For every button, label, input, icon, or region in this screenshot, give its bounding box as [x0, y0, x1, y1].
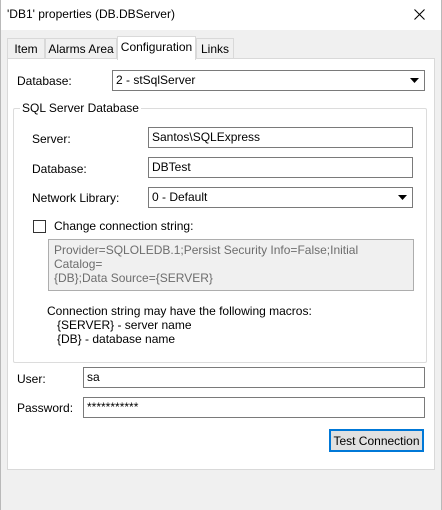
server-label: Server: — [32, 132, 71, 146]
database-type-select[interactable]: 2 - stSqlServer — [112, 70, 425, 91]
user-label: User: — [17, 372, 46, 386]
tab-alarms-area[interactable]: Alarms Area — [45, 38, 117, 58]
password-label: Password: — [17, 401, 74, 415]
close-button[interactable] — [397, 0, 441, 29]
server-input[interactable]: Santos\SQLExpress — [148, 127, 413, 148]
password-input[interactable]: *********** — [83, 397, 425, 418]
network-library-value: 0 - Default — [152, 190, 208, 204]
configuration-panel: Database: 2 - stSqlServer SQL Server Dat… — [7, 58, 435, 470]
change-connection-label[interactable]: Change connection string: — [54, 219, 193, 233]
sql-database-input[interactable]: DBTest — [148, 157, 413, 178]
test-connection-button[interactable]: Test Connection — [329, 429, 424, 452]
network-library-label: Network Library: — [32, 191, 120, 205]
sql-database-label: Database: — [32, 162, 87, 176]
database-type-value: 2 - stSqlServer — [116, 73, 196, 87]
chevron-down-icon[interactable] — [406, 72, 423, 89]
macros-intro-text: Connection string may have the following… — [47, 304, 312, 318]
chevron-down-icon[interactable] — [394, 189, 411, 206]
sql-server-group: SQL Server Database Server: Santos\SQLEx… — [13, 101, 427, 363]
close-icon — [413, 9, 425, 20]
macro-db-text: {DB} - database name — [57, 332, 176, 346]
change-connection-checkbox[interactable] — [33, 220, 46, 233]
macro-server-text: {SERVER} - server name — [57, 318, 192, 332]
connection-string-line2: {DB};Data Source={SERVER} — [54, 271, 213, 285]
database-type-label: Database: — [17, 74, 72, 88]
network-library-select[interactable]: 0 - Default — [148, 187, 413, 208]
user-input[interactable]: sa — [83, 367, 425, 388]
connection-string-line1: Provider=SQLOLEDB.1;Persist Security Inf… — [54, 243, 359, 271]
tab-links[interactable]: Links — [196, 38, 234, 58]
tab-configuration[interactable]: Configuration — [117, 36, 196, 60]
tab-item[interactable]: Item — [7, 38, 45, 58]
window-title: 'DB1' properties (DB.DBServer) — [7, 7, 175, 21]
connection-string-textarea[interactable]: Provider=SQLOLEDB.1;Persist Security Inf… — [48, 239, 414, 291]
title-bar: 'DB1' properties (DB.DBServer) — [1, 0, 441, 30]
sql-server-group-title: SQL Server Database — [20, 101, 141, 115]
properties-dialog: 'DB1' properties (DB.DBServer) Item Alar… — [0, 0, 442, 510]
